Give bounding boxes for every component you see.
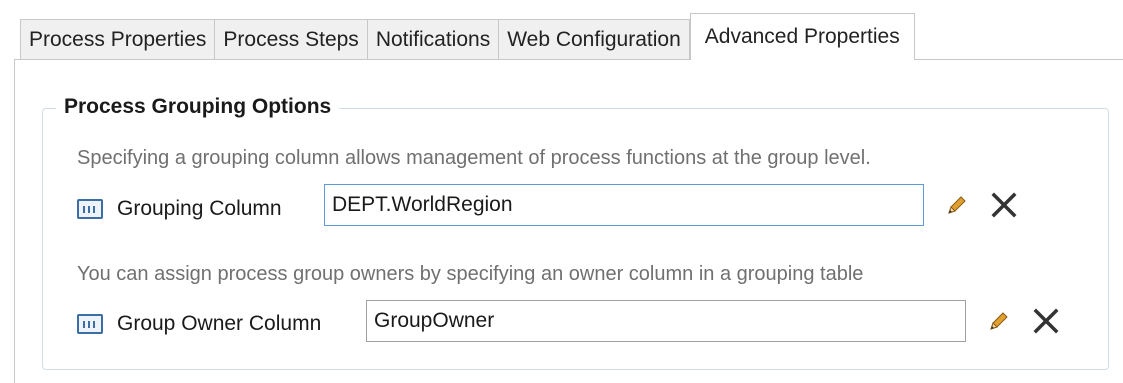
grouping-description: Specifying a grouping column allows mana… [77, 147, 871, 169]
groupbox-title: Process Grouping Options [56, 95, 340, 119]
grouping-column-label: Grouping Column [117, 197, 282, 220]
pencil-icon [990, 312, 1008, 330]
pencil-icon [948, 196, 966, 214]
tab-strip: Process Properties Process Steps Notific… [20, 13, 915, 60]
edit-grouping-column-button[interactable] [940, 188, 974, 222]
clear-group-owner-column-button[interactable] [1029, 304, 1063, 338]
grouping-column-input[interactable] [324, 184, 924, 226]
edit-group-owner-column-button[interactable] [982, 304, 1016, 338]
tab-notifications[interactable]: Notifications [367, 19, 500, 60]
clear-grouping-column-button[interactable] [987, 188, 1021, 222]
grouping-column-label-row: Grouping Column [77, 193, 282, 225]
advanced-properties-window: Process Properties Process Steps Notific… [0, 0, 1123, 383]
tab-advanced-properties[interactable]: Advanced Properties [689, 13, 915, 60]
owner-description: You can assign process group owners by s… [77, 263, 864, 285]
tab-process-steps[interactable]: Process Steps [215, 19, 368, 60]
group-owner-column-label: Group Owner Column [117, 312, 322, 335]
table-column-icon [77, 199, 103, 219]
group-owner-column-input[interactable] [366, 300, 966, 342]
close-icon [1033, 308, 1059, 334]
group-owner-label-row: Group Owner Column [77, 308, 321, 340]
table-column-icon [77, 314, 103, 334]
tab-process-properties[interactable]: Process Properties [20, 19, 216, 60]
tab-web-configuration[interactable]: Web Configuration [499, 19, 690, 60]
close-icon [991, 192, 1017, 218]
